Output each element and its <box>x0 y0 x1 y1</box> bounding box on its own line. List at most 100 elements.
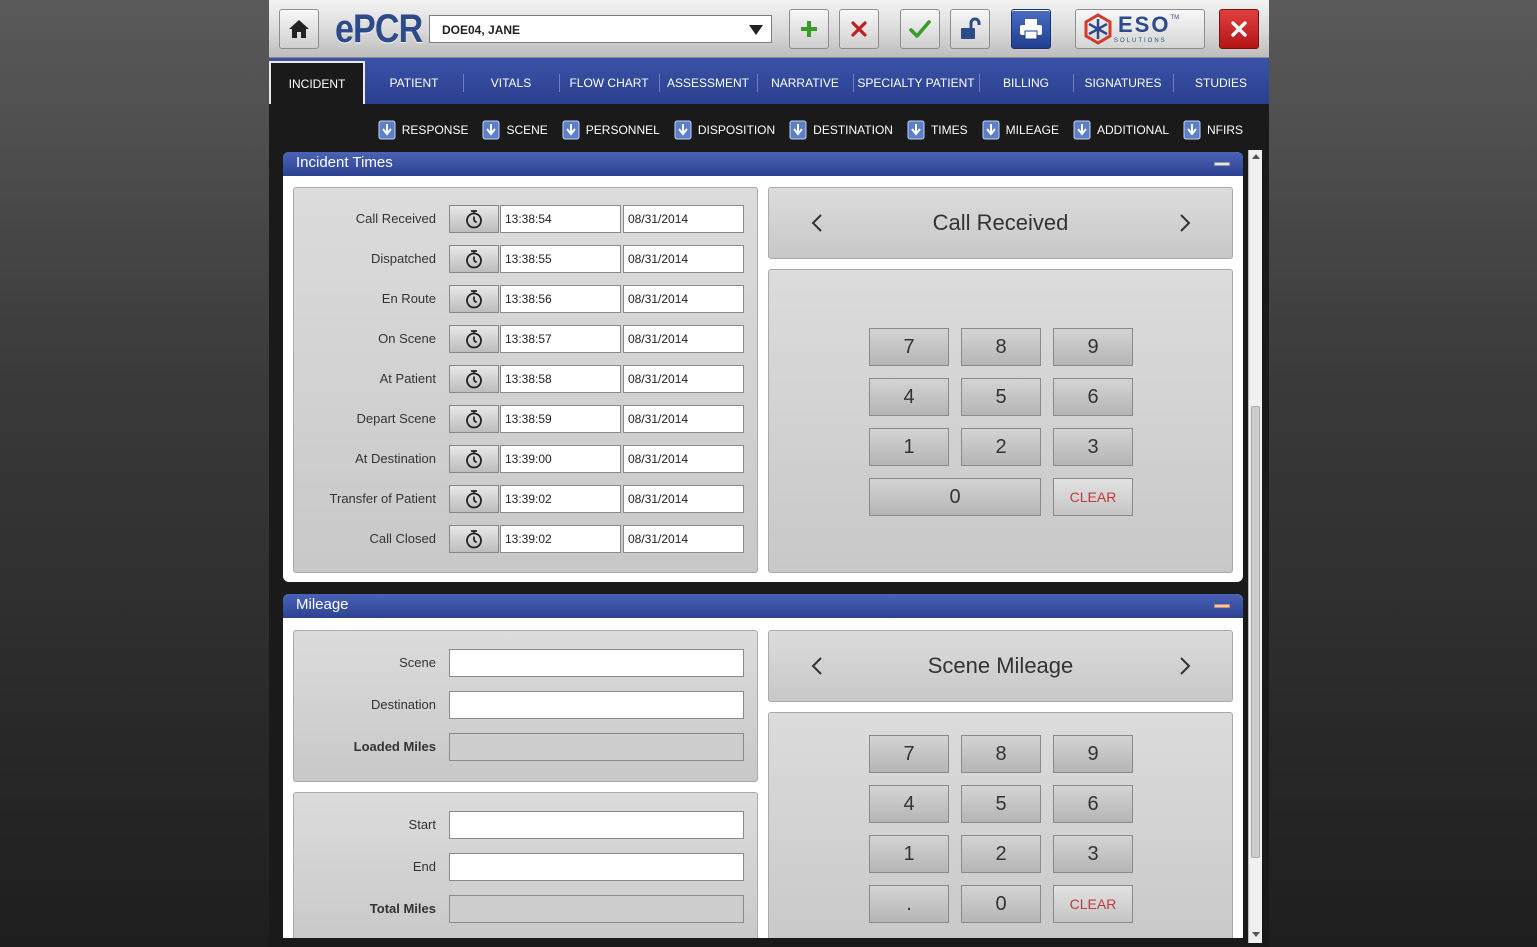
jump-additional[interactable]: ADDITIONAL <box>1073 120 1169 140</box>
key-7[interactable]: 7 <box>869 328 949 366</box>
date-input[interactable]: 08/31/2014 <box>623 205 744 233</box>
clear-button[interactable]: CLEAR <box>1053 478 1133 516</box>
scene-input[interactable] <box>449 649 744 677</box>
date-input[interactable]: 08/31/2014 <box>623 325 744 353</box>
time-input[interactable]: 13:39:02 <box>500 485 621 513</box>
date-input[interactable]: 08/31/2014 <box>623 285 744 313</box>
stamp-time-button[interactable] <box>449 525 499 553</box>
key-9[interactable]: 9 <box>1053 735 1133 773</box>
stamp-time-button[interactable] <box>449 405 499 433</box>
key-9[interactable]: 9 <box>1053 328 1133 366</box>
print-button[interactable] <box>1011 9 1051 49</box>
stamp-time-button[interactable] <box>449 285 499 313</box>
jump-mileage[interactable]: MILEAGE <box>982 120 1059 140</box>
stamp-time-button[interactable] <box>449 205 499 233</box>
add-button[interactable] <box>789 9 829 49</box>
tab-studies[interactable]: STUDIES <box>1173 58 1269 104</box>
key-1[interactable]: 1 <box>869 428 949 466</box>
start-input[interactable] <box>449 811 744 839</box>
stamp-time-button[interactable] <box>449 365 499 393</box>
key-3[interactable]: 3 <box>1053 428 1133 466</box>
stamp-time-button[interactable] <box>449 485 499 513</box>
jump-label: ADDITIONAL <box>1096 123 1169 137</box>
tab-assessment[interactable]: ASSESSMENT <box>659 58 757 104</box>
jump-personnel[interactable]: PERSONNEL <box>562 120 660 140</box>
jump-nfirs[interactable]: NFIRS <box>1183 120 1243 140</box>
time-input[interactable]: 13:38:59 <box>500 405 621 433</box>
tab-incident[interactable]: INCIDENT <box>269 61 365 104</box>
date-input[interactable]: 08/31/2014 <box>623 245 744 273</box>
collapse-icon[interactable] <box>1214 604 1230 608</box>
tab-patient[interactable]: PATIENT <box>365 58 463 104</box>
jump-scene[interactable]: SCENE <box>482 120 548 140</box>
jump-times[interactable]: TIMES <box>907 120 968 140</box>
time-input[interactable]: 13:38:55 <box>500 245 621 273</box>
time-input[interactable]: 13:38:58 <box>500 365 621 393</box>
key-0[interactable]: 0 <box>869 478 1041 516</box>
stamp-time-button[interactable] <box>449 445 499 473</box>
printer-icon <box>1020 19 1042 40</box>
eso-wordmark: ESOTM SOLUTIONS <box>1114 13 1179 44</box>
time-label: At Patient <box>379 371 436 386</box>
home-button[interactable] <box>279 9 319 49</box>
key-1[interactable]: 1 <box>869 835 949 873</box>
tab-signatures[interactable]: SIGNATURES <box>1073 58 1173 104</box>
tab-narrative[interactable]: NARRATIVE <box>757 58 853 104</box>
scroll-thumb[interactable] <box>1251 406 1260 858</box>
key-4[interactable]: 4 <box>869 785 949 823</box>
jump-destination[interactable]: DESTINATION <box>789 120 893 140</box>
patient-select[interactable]: DOE04, JANE <box>429 15 772 43</box>
key-5[interactable]: 5 <box>961 785 1041 823</box>
incident-times-header[interactable]: Incident Times <box>283 152 1243 176</box>
stamp-time-button[interactable] <box>449 245 499 273</box>
tab-flow-chart[interactable]: FLOW CHART <box>559 58 659 104</box>
tab-billing[interactable]: BILLING <box>979 58 1073 104</box>
scroll-up-icon[interactable] <box>1252 154 1260 159</box>
jump-arrow-icon <box>907 120 925 140</box>
key-7[interactable]: 7 <box>869 735 949 773</box>
date-input[interactable]: 08/31/2014 <box>623 445 744 473</box>
key-0[interactable]: 0 <box>961 885 1041 923</box>
unlock-button[interactable] <box>950 9 990 49</box>
date-input[interactable]: 08/31/2014 <box>623 485 744 513</box>
check-icon <box>909 20 931 38</box>
scroll-down-icon[interactable] <box>1252 932 1260 937</box>
key-6[interactable]: 6 <box>1053 785 1133 823</box>
destination-input[interactable] <box>449 691 744 719</box>
collapse-icon[interactable] <box>1214 162 1230 166</box>
eso-star-icon <box>1084 13 1112 45</box>
time-input[interactable]: 13:38:54 <box>500 205 621 233</box>
time-input[interactable]: 13:39:00 <box>500 445 621 473</box>
time-input[interactable]: 13:38:56 <box>500 285 621 313</box>
date-input[interactable]: 08/31/2014 <box>623 525 744 553</box>
clear-button[interactable]: CLEAR <box>1053 885 1133 923</box>
jump-disposition[interactable]: DISPOSITION <box>674 120 775 140</box>
mileage-label: Start <box>408 817 436 832</box>
key-8[interactable]: 8 <box>961 735 1041 773</box>
date-input[interactable]: 08/31/2014 <box>623 365 744 393</box>
key-5[interactable]: 5 <box>961 378 1041 416</box>
confirm-button[interactable] <box>900 9 940 49</box>
cancel-button[interactable] <box>839 9 879 49</box>
time-input[interactable]: 13:39:02 <box>500 525 621 553</box>
tab-vitals[interactable]: VITALS <box>463 58 559 104</box>
key-4[interactable]: 4 <box>869 378 949 416</box>
key-6[interactable]: 6 <box>1053 378 1133 416</box>
mileage-header[interactable]: Mileage <box>283 594 1243 618</box>
next-field-button[interactable] <box>1175 655 1195 677</box>
next-field-button[interactable] <box>1175 212 1195 234</box>
tab-specialty-patient[interactable]: SPECIALTY PATIENT <box>853 58 979 104</box>
end-input[interactable] <box>449 853 744 881</box>
key-2[interactable]: 2 <box>961 428 1041 466</box>
key-8[interactable]: 8 <box>961 328 1041 366</box>
key-2[interactable]: 2 <box>961 835 1041 873</box>
section-title: Mileage <box>296 596 349 613</box>
date-input[interactable]: 08/31/2014 <box>623 405 744 433</box>
stamp-time-button[interactable] <box>449 325 499 353</box>
scrollbar[interactable] <box>1248 150 1262 943</box>
close-button[interactable] <box>1219 9 1259 49</box>
time-input[interactable]: 13:38:57 <box>500 325 621 353</box>
jump-response[interactable]: RESPONSE <box>378 120 468 140</box>
key-decimal[interactable]: . <box>869 885 949 923</box>
key-3[interactable]: 3 <box>1053 835 1133 873</box>
